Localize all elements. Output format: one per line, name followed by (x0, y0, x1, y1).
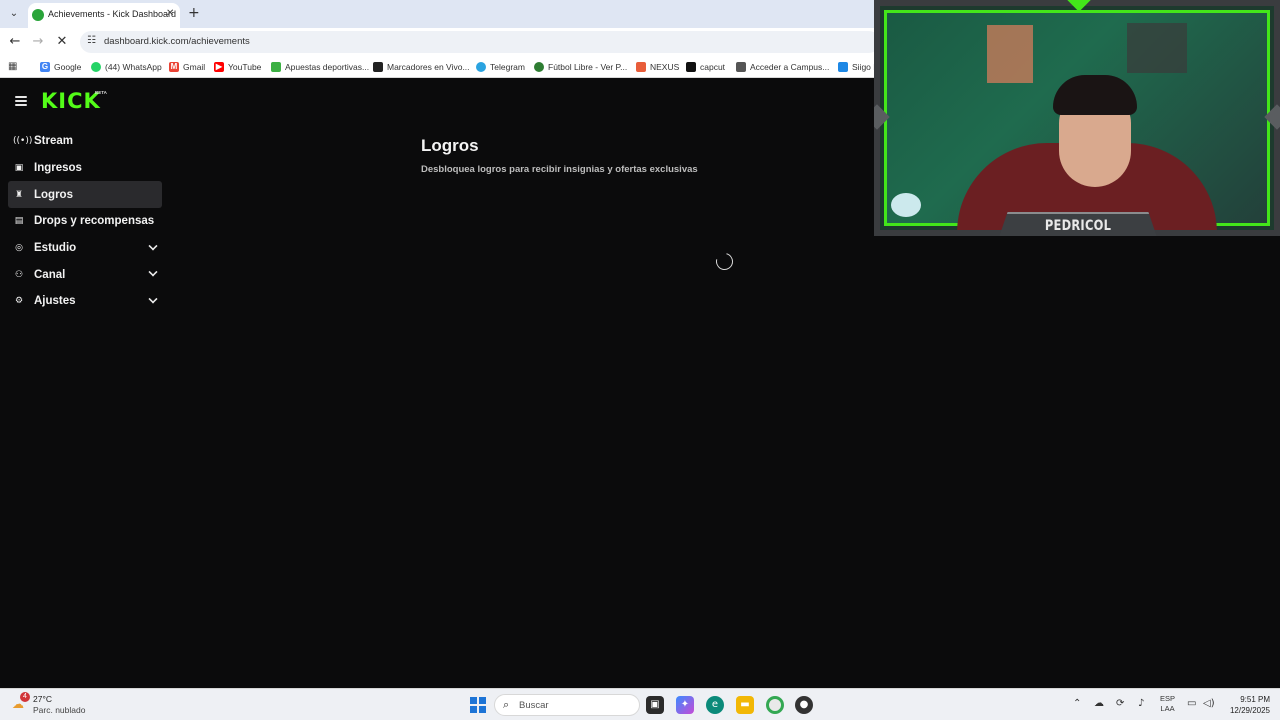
sidebar-item-drops[interactable]: ▤ Drops y recompensas (8, 208, 162, 235)
copilot-icon[interactable]: ✦ (676, 696, 694, 714)
chrome-icon[interactable] (766, 696, 784, 714)
chevron-down-icon[interactable] (148, 294, 158, 304)
nexus-icon (636, 62, 646, 72)
windows-start-icon[interactable] (470, 697, 486, 713)
revenue-icon: ▣ (14, 163, 24, 174)
beta-tag: BETA (95, 90, 107, 95)
apps-grid-icon[interactable]: ▦ (8, 61, 19, 72)
sidebar-item-ajustes[interactable]: ⚙ Ajustes (8, 288, 162, 315)
bookmark-youtube[interactable]: ▶ YouTube (214, 60, 261, 74)
loading-spinner-icon (712, 249, 737, 274)
search-placeholder: Buscar (519, 700, 549, 711)
telegram-icon (476, 62, 486, 72)
bookmark-apuestas[interactable]: Apuestas deportivas... (271, 60, 369, 74)
new-tab-button[interactable]: + (188, 5, 200, 21)
task-view-icon[interactable]: ▣ (646, 696, 664, 714)
page-subtitle: Desbloquea logros para recibir insignias… (421, 164, 698, 175)
forward-arrow-icon[interactable]: → (29, 33, 47, 51)
google-icon: G (40, 62, 50, 72)
settings-icon: ⚙ (14, 296, 24, 307)
bookmark-telegram[interactable]: Telegram (476, 60, 525, 74)
bookmark-futbol-libre[interactable]: Fútbol Libre - Ver P... (534, 60, 627, 74)
site-info-icon[interactable]: ☷ (87, 35, 96, 46)
language-indicator[interactable]: ESP LAA (1160, 694, 1175, 714)
microphone-icon[interactable]: ♪ (1138, 698, 1144, 709)
gmail-icon: M (169, 62, 179, 72)
stop-loading-icon[interactable]: ✕ (53, 33, 71, 51)
tab-search-icon[interactable]: ⌄ (6, 6, 22, 22)
bookmark-capcut[interactable]: capcut (686, 60, 725, 74)
search-icon: ⌕ (503, 698, 510, 711)
siigo-icon (838, 62, 848, 72)
file-explorer-icon[interactable]: ▬ (736, 696, 754, 714)
campus-icon (736, 62, 746, 72)
language-code: ESP (1160, 694, 1176, 703)
url-text[interactable]: dashboard.kick.com/achievements (104, 36, 250, 47)
drops-icon: ▤ (14, 216, 24, 227)
browser-window: ⌄ Achievements - Kick Dashboard ✕ + ← → … (0, 0, 1280, 688)
bookmark-campus[interactable]: Acceder a Campus... (736, 60, 829, 74)
system-clock[interactable]: 9:51 PM 12/29/2025 (1224, 694, 1270, 716)
studio-icon: ◎ (15, 243, 23, 254)
capcut-icon (686, 62, 696, 72)
clock-time: 9:51 PM (1240, 695, 1270, 704)
back-arrow-icon[interactable]: ← (6, 33, 24, 51)
scores-icon (373, 62, 383, 72)
sidebar-item-stream[interactable]: ((•)) Stream (8, 128, 162, 155)
streamer-name: PEDRICOL (1044, 218, 1112, 234)
chevron-down-icon[interactable] (148, 267, 158, 277)
betting-icon (271, 62, 281, 72)
tab-achievements[interactable]: Achievements - Kick Dashboard ✕ (28, 3, 180, 28)
sidebar-item-estudio[interactable]: ◎ Estudio (8, 235, 162, 262)
trophy-icon: ♜ (14, 189, 24, 200)
bookmark-google[interactable]: G Google (40, 60, 81, 74)
windows-taskbar: ☁ 4 27°C Parc. nublado ⌕ Buscar ▣ ✦ e ▬ … (0, 688, 1280, 720)
volume-icon[interactable]: ◁) (1203, 698, 1215, 709)
bookmark-marcadores[interactable]: Marcadores en Vivo... (373, 60, 470, 74)
tab-close-icon[interactable]: ✕ (166, 8, 174, 19)
notification-badge: 4 (20, 692, 30, 702)
kick-favicon-icon (32, 9, 44, 21)
obs-icon[interactable]: ● (795, 696, 813, 714)
show-hidden-icons-icon[interactable]: ⌃ (1073, 698, 1081, 709)
page-title: Logros (421, 136, 479, 155)
tab-title: Achievements - Kick Dashboard (48, 9, 177, 19)
bookmark-whatsapp[interactable]: (44) WhatsApp (91, 60, 162, 74)
football-icon (534, 62, 544, 72)
taskbar-search[interactable]: ⌕ Buscar (494, 694, 640, 716)
address-bar[interactable]: ☷ dashboard.kick.com/achievements (80, 31, 880, 53)
sidebar-item-canal[interactable]: ⚇ Canal (8, 261, 162, 288)
kick-logo[interactable]: KICK (41, 90, 101, 112)
sidebar-item-logros[interactable]: ♜ Logros (8, 181, 162, 209)
broadcast-icon: ((•)) (13, 136, 33, 147)
clock-date: 12/29/2025 (1229, 706, 1270, 715)
channel-icon: ⚇ (14, 269, 24, 280)
weather-temperature[interactable]: 27°C (33, 694, 52, 704)
bookmark-nexus[interactable]: NEXUS (636, 60, 679, 74)
streamer-nameplate: PEDRICOL (998, 212, 1158, 236)
onedrive-icon[interactable]: ☁ (1094, 698, 1104, 709)
network-icon[interactable]: ▭ (1187, 698, 1196, 709)
webcam-frame (874, 0, 1280, 236)
chevron-down-icon[interactable] (148, 241, 158, 251)
sync-icon[interactable]: ⟳ (1116, 698, 1124, 709)
bookmark-gmail[interactable]: M Gmail (169, 60, 205, 74)
dashboard-sidebar: ((•)) Stream ▣ Ingresos ♜ Logros ▤ Drops… (8, 128, 162, 315)
edge-icon[interactable]: e (706, 696, 724, 714)
keyboard-layout: LAA (1160, 704, 1175, 713)
menu-icon[interactable] (15, 96, 27, 106)
whatsapp-icon (91, 62, 101, 72)
sidebar-item-ingresos[interactable]: ▣ Ingresos (8, 155, 162, 182)
webcam-overlay: PEDRICOL (874, 0, 1280, 236)
bookmark-siigo[interactable]: Siigo F (838, 60, 878, 74)
youtube-icon: ▶ (214, 62, 224, 72)
weather-condition[interactable]: Parc. nublado (33, 705, 85, 715)
